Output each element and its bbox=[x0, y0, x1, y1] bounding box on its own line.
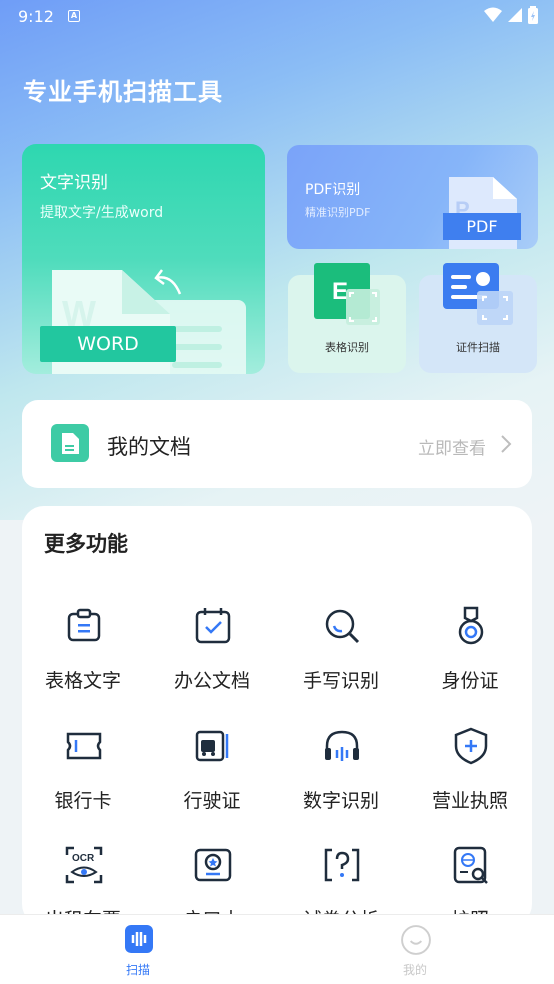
function-office-docs[interactable]: 办公文档 bbox=[148, 606, 276, 716]
function-label: 身份证 bbox=[441, 670, 499, 692]
function-label: 银行卡 bbox=[54, 790, 112, 812]
id-scan-label: 证件扫描 bbox=[456, 341, 500, 354]
headphones-icon bbox=[325, 730, 359, 761]
ticket-card-icon bbox=[66, 732, 102, 760]
word-badge: WORD bbox=[40, 326, 176, 362]
function-driving-license[interactable]: 行驶证 bbox=[148, 726, 276, 836]
function-label: 办公文档 bbox=[173, 670, 250, 692]
function-handwriting[interactable]: 手写识别 bbox=[277, 606, 405, 716]
table-recognition-label: 表格识别 bbox=[325, 341, 369, 354]
truck-license-icon bbox=[195, 730, 229, 762]
nav-scan-label: 扫描 bbox=[125, 963, 150, 977]
pdf-badge-label: PDF bbox=[466, 217, 498, 236]
passport-search-icon bbox=[453, 846, 488, 884]
text-recognition-title: 文字识别 bbox=[40, 173, 108, 193]
function-label: 行驶证 bbox=[183, 790, 241, 812]
battery-icon bbox=[528, 6, 538, 24]
ocr-eye-icon: OCR bbox=[65, 846, 103, 884]
function-label: 表格文字 bbox=[44, 670, 121, 692]
function-id-card[interactable]: 身份证 bbox=[406, 606, 532, 716]
excel-letter: E bbox=[332, 278, 348, 305]
more-functions-title: 更多功能 bbox=[44, 532, 128, 556]
status-icons bbox=[484, 6, 538, 24]
clipboard-list-icon bbox=[67, 608, 101, 642]
text-recognition-subtitle: 提取文字/生成word bbox=[40, 205, 164, 221]
signal-icon bbox=[508, 8, 522, 22]
ocr-text: OCR bbox=[72, 853, 95, 864]
chevron-right-icon bbox=[501, 435, 512, 453]
more-functions-panel: 更多功能 表格文字 办公文档 手写识别 身份证 银行卡 行驶证 数字识别 营业执… bbox=[22, 506, 532, 926]
view-now-link[interactable]: 立即查看 bbox=[418, 434, 486, 459]
nav-mine-label: 我的 bbox=[402, 963, 427, 977]
table-recognition-card[interactable]: E 表格识别 bbox=[288, 263, 406, 373]
pdf-recognition-card[interactable]: PDF识别 精准识别PDF P PDF bbox=[287, 145, 538, 249]
function-business-license[interactable]: 营业执照 bbox=[406, 726, 532, 836]
status-bar: 9:12 A bbox=[0, 0, 554, 32]
wifi-icon bbox=[484, 7, 502, 22]
question-frame-icon bbox=[324, 848, 360, 882]
function-digit-recognition[interactable]: 数字识别 bbox=[277, 726, 405, 836]
pdf-recognition-subtitle: 精准识别PDF bbox=[305, 206, 371, 219]
my-documents-row[interactable]: 我的文档 立即查看 bbox=[22, 400, 532, 488]
status-time: 9:12 bbox=[18, 6, 54, 26]
calendar-check-icon bbox=[195, 608, 231, 644]
page-title: 专业手机扫描工具 bbox=[23, 78, 223, 106]
id-card-scan-icon bbox=[443, 263, 513, 325]
word-badge-label: WORD bbox=[77, 333, 139, 355]
shield-plus-icon bbox=[454, 727, 488, 765]
function-table-text[interactable]: 表格文字 bbox=[22, 606, 147, 716]
medal-icon bbox=[458, 606, 484, 645]
function-bank-card[interactable]: 银行卡 bbox=[22, 726, 147, 836]
function-label: 营业执照 bbox=[431, 790, 508, 812]
my-documents-title: 我的文档 bbox=[107, 435, 191, 459]
function-label: 手写识别 bbox=[302, 670, 379, 692]
document-icon bbox=[51, 424, 89, 462]
excel-scan-icon: E bbox=[314, 263, 380, 325]
pdf-badge: PDF bbox=[443, 213, 521, 240]
bottom-navigation: 扫描 我的 bbox=[0, 914, 554, 984]
id-scan-card[interactable]: 证件扫描 bbox=[419, 263, 537, 373]
function-label: 数字识别 bbox=[302, 790, 379, 812]
smile-face-icon bbox=[401, 925, 431, 955]
notification-icon: A bbox=[67, 10, 80, 22]
scan-wave-icon bbox=[125, 925, 153, 953]
magnifier-icon bbox=[325, 609, 360, 644]
nav-tab-mine[interactable]: 我的 bbox=[375, 925, 455, 981]
nav-tab-scan[interactable]: 扫描 bbox=[98, 925, 178, 981]
certificate-star-icon bbox=[194, 848, 232, 882]
pdf-recognition-title: PDF识别 bbox=[305, 182, 361, 198]
text-recognition-card[interactable]: 文字识别 提取文字/生成word W WORD bbox=[22, 144, 265, 374]
